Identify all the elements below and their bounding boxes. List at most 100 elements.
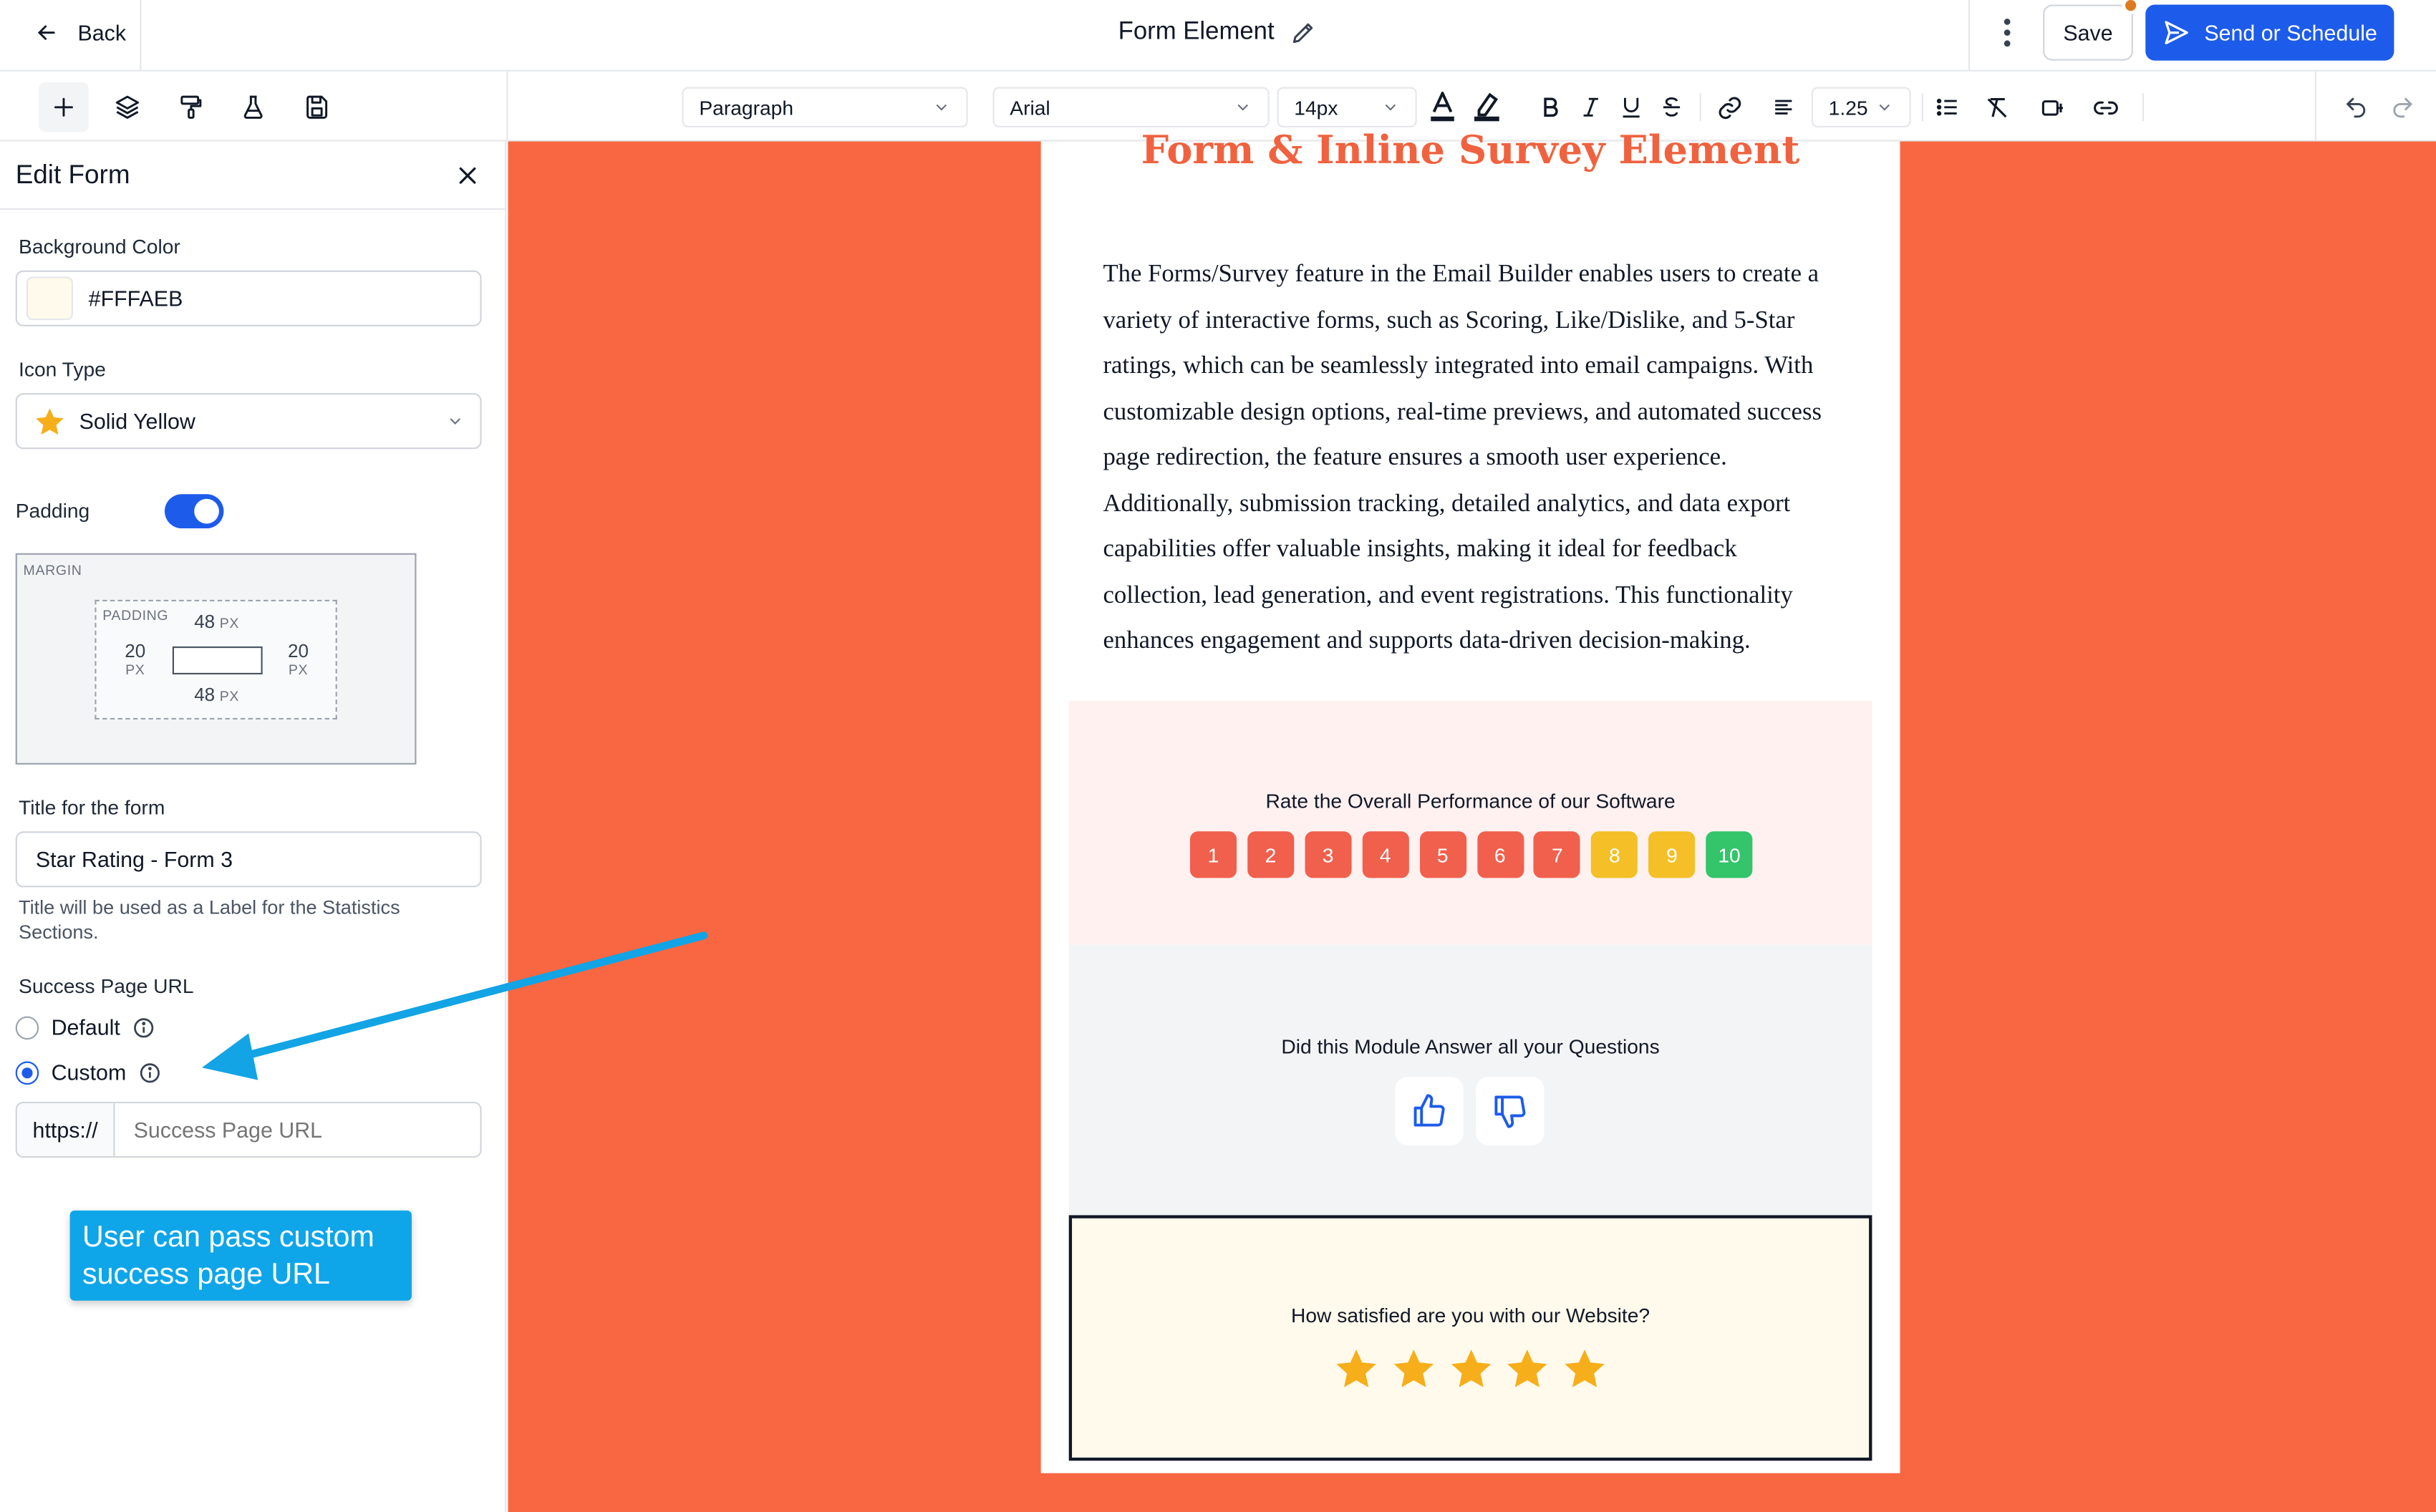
padding-toggle[interactable] [164, 494, 224, 529]
style-tool[interactable] [166, 82, 216, 132]
undo-icon[interactable] [2343, 94, 2369, 120]
divider [1699, 93, 1701, 122]
bullet-list-icon[interactable] [1934, 94, 1961, 120]
background-color-input[interactable]: #FFFAEB [15, 270, 482, 326]
score-button-6[interactable]: 6 [1476, 831, 1524, 878]
divider [506, 71, 508, 142]
save-template-tool[interactable] [292, 82, 342, 132]
layers-tool[interactable] [102, 82, 152, 132]
score-button-7[interactable]: 7 [1534, 831, 1581, 878]
score-section[interactable]: Rate the Overall Performance of our Soft… [1068, 700, 1872, 945]
save-button[interactable]: Save [2043, 4, 2133, 61]
line-height-select[interactable]: 1.25 [1811, 87, 1911, 127]
font-family-select[interactable]: Arial [992, 87, 1270, 127]
strikethrough-icon[interactable] [1659, 94, 1684, 120]
padding-box-label: PADDING [102, 607, 169, 624]
thumbs-down-icon [1494, 1095, 1526, 1128]
background-color-label: Background Color [19, 234, 180, 258]
star-section[interactable]: How satisfied are you with our Website? [1068, 1215, 1872, 1461]
button-link-icon[interactable] [2093, 94, 2120, 121]
background-color-value: #FFFAEB [88, 286, 183, 311]
align-icon[interactable] [1771, 94, 1796, 120]
star-icon[interactable] [1447, 1346, 1494, 1392]
annotation-arrow [202, 931, 708, 1080]
email-paragraph[interactable]: The Forms/Survey feature in the Email Bu… [1103, 252, 1845, 664]
radio-custom[interactable]: Custom [15, 1060, 163, 1085]
star-icon[interactable] [1562, 1346, 1608, 1392]
padding-left-input[interactable]: 20 PX [118, 640, 153, 677]
score-button-9[interactable]: 9 [1648, 831, 1696, 878]
score-button-2[interactable]: 2 [1247, 831, 1295, 878]
pencil-icon[interactable] [1290, 19, 1318, 47]
floppy-disk-icon [306, 95, 328, 119]
padding-top-input[interactable]: 48 PX [194, 611, 239, 632]
star-icon[interactable] [1333, 1346, 1380, 1392]
block-type-select[interactable]: Paragraph [682, 87, 968, 127]
radio-default-control[interactable] [15, 1015, 39, 1040]
score-button-3[interactable]: 3 [1305, 831, 1352, 878]
padding-top-value: 48 [194, 611, 216, 633]
radio-default[interactable]: Default [15, 1014, 156, 1040]
score-question: Rate the Overall Performance of our Soft… [1265, 789, 1676, 813]
content-box [172, 646, 263, 675]
info-icon[interactable] [132, 1015, 156, 1039]
merge-tag-icon[interactable] [2040, 94, 2067, 121]
redo-icon[interactable] [2389, 94, 2416, 120]
divider [2142, 93, 2145, 122]
padding-right-input[interactable]: 20 PX [281, 640, 316, 677]
close-icon[interactable] [454, 162, 482, 190]
font-size-select[interactable]: 14px [1277, 87, 1417, 127]
form-title-input[interactable]: Star Rating - Form 3 [15, 831, 482, 888]
underline-icon[interactable] [1619, 94, 1644, 120]
chevron-down-icon [936, 104, 947, 111]
divider [0, 208, 507, 210]
form-title-value: Star Rating - Form 3 [35, 846, 233, 872]
chevron-down-icon [1879, 104, 1890, 111]
test-tool[interactable] [228, 82, 278, 132]
email-heading[interactable]: Form & Inline Survey Element [1041, 127, 1900, 173]
thumbs-up-button[interactable] [1395, 1077, 1464, 1145]
icon-type-select[interactable]: Solid Yellow [15, 393, 482, 450]
highlight-color-icon[interactable] [1473, 92, 1501, 122]
text-color-icon[interactable] [1429, 92, 1456, 122]
score-button-1[interactable]: 1 [1189, 831, 1237, 878]
score-button-8[interactable]: 8 [1591, 831, 1638, 878]
url-prefix: https:// [16, 1103, 115, 1156]
clear-format-icon[interactable] [1984, 94, 2011, 121]
annotation-callout: User can pass custom success page URL [69, 1210, 412, 1301]
score-button-10[interactable]: 10 [1706, 831, 1753, 878]
add-block-tool[interactable] [39, 82, 89, 132]
star-icon[interactable] [1390, 1346, 1436, 1392]
chevron-down-icon [1385, 104, 1396, 111]
link-icon[interactable] [1716, 94, 1743, 121]
more-vertical-icon[interactable] [1991, 16, 2022, 50]
paint-roller-icon [180, 95, 202, 119]
flask-icon [243, 95, 263, 119]
radio-custom-control[interactable] [15, 1060, 39, 1085]
italic-icon[interactable] [1578, 94, 1603, 120]
bold-icon[interactable] [1538, 94, 1563, 120]
thumbs-down-button[interactable] [1476, 1077, 1545, 1145]
unit-label: PX [125, 662, 145, 678]
plus-icon [54, 97, 73, 117]
score-button-4[interactable]: 4 [1362, 831, 1409, 878]
layers-icon [115, 95, 140, 119]
block-type-value: Paragraph [699, 95, 794, 120]
like-section[interactable]: Did this Module Answer all your Question… [1068, 944, 1872, 1216]
success-url-input-group: https:// [15, 1101, 482, 1158]
star-icon[interactable] [1504, 1346, 1551, 1392]
info-icon[interactable] [139, 1060, 163, 1084]
radio-custom-label: Custom [51, 1060, 127, 1085]
padding-bottom-input[interactable]: 48 PX [194, 684, 239, 705]
color-swatch[interactable] [26, 276, 73, 321]
icon-type-value: Solid Yellow [79, 408, 195, 434]
icon-type-label: Icon Type [19, 357, 106, 381]
line-height-value: 1.25 [1828, 95, 1868, 120]
success-url-input[interactable] [115, 1103, 480, 1156]
send-or-schedule-button[interactable]: Send or Schedule [2145, 4, 2394, 61]
divider [1921, 93, 1924, 122]
padding-left-value: 20 [125, 640, 146, 662]
star-question: How satisfied are you with our Website? [1290, 1304, 1650, 1327]
score-button-5[interactable]: 5 [1419, 831, 1466, 878]
unit-label: PX [288, 662, 309, 678]
